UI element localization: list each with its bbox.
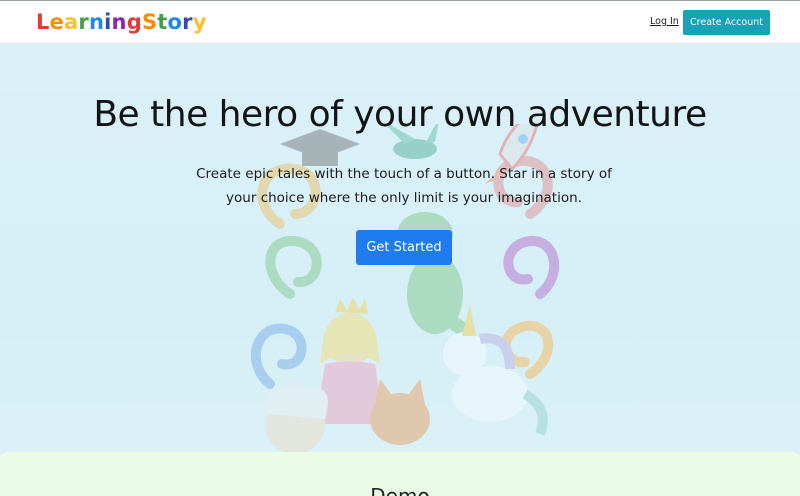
logo-letter: L bbox=[36, 10, 50, 34]
logo-letter: y bbox=[192, 10, 207, 34]
logo-letter: e bbox=[49, 10, 65, 34]
logo-letter: a bbox=[64, 10, 79, 34]
login-link[interactable]: Log In bbox=[650, 15, 679, 29]
get-started-button[interactable]: Get Started bbox=[356, 230, 452, 265]
logo-letter: S bbox=[141, 10, 158, 34]
demo-title: Demo bbox=[370, 484, 430, 496]
hero-title: Be the hero of your own adventure bbox=[93, 94, 707, 135]
logo-letter: o bbox=[167, 10, 183, 34]
logo-letter: r bbox=[78, 10, 89, 34]
logo-letter: n bbox=[111, 10, 127, 34]
logo-letter: g bbox=[126, 10, 142, 34]
create-account-button[interactable]: Create Account bbox=[683, 10, 770, 35]
demo-section: Demo bbox=[0, 452, 800, 496]
logo-letter: r bbox=[182, 10, 193, 34]
logo-letter: t bbox=[157, 10, 168, 34]
hero-subtitle: Create epic tales with the touch of a bu… bbox=[196, 166, 612, 206]
hero-section: Be the hero of your own adventure Create… bbox=[0, 44, 800, 454]
logo-letter: i bbox=[104, 10, 112, 34]
learningstory-logo[interactable]: LearningStory bbox=[36, 8, 207, 36]
logo-letter: n bbox=[88, 10, 105, 34]
top-navbar: LearningStory Log In Create Account bbox=[0, 0, 800, 44]
